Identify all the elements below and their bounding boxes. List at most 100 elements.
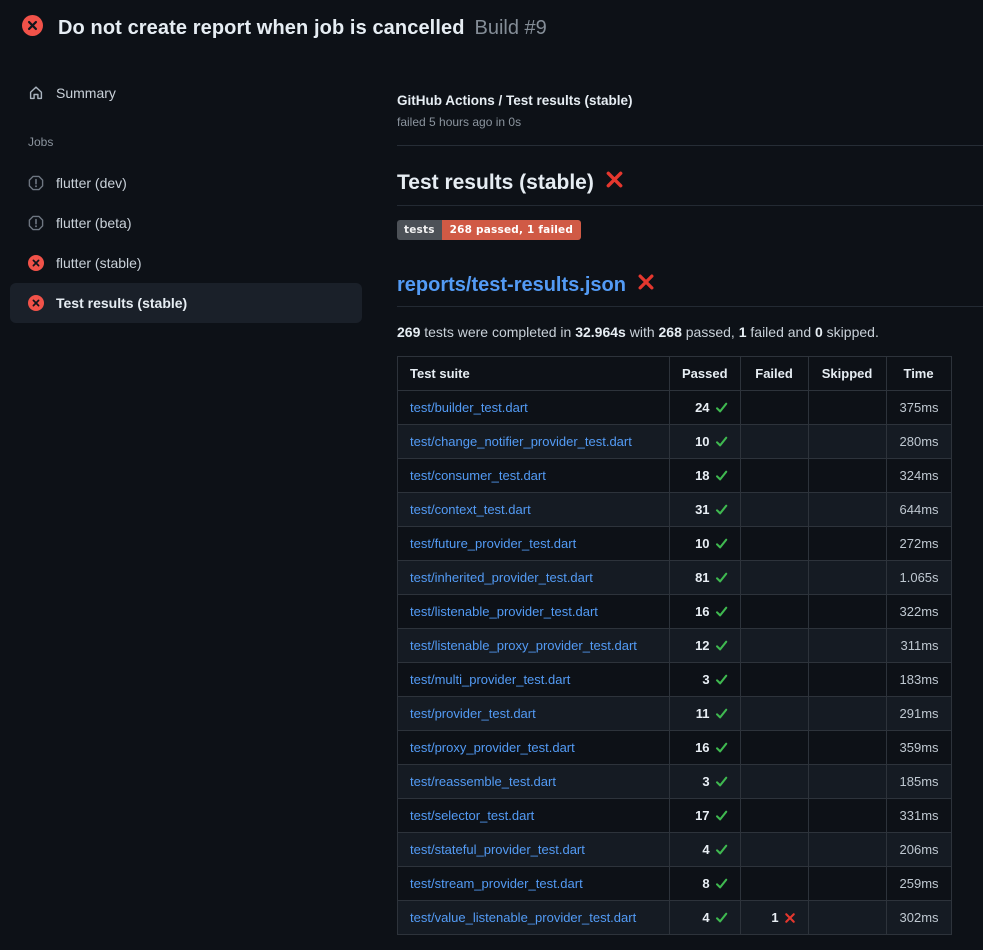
passed-cell: 16: [670, 595, 741, 629]
table-row: test/stream_provider_test.dart8 259ms: [398, 867, 952, 901]
x-circle-failed-icon: [28, 295, 44, 311]
test-suite-cell: test/builder_test.dart: [398, 391, 670, 425]
failed-cross-icon: [637, 273, 655, 298]
time-cell: 322ms: [886, 595, 951, 629]
passed-cell: 17: [670, 799, 741, 833]
skipped-cell: [808, 731, 886, 765]
failed-cross-icon: [784, 912, 796, 924]
skipped-cell: [808, 527, 886, 561]
table-row: test/builder_test.dart 24 375ms: [398, 391, 952, 425]
passed-cell: 24: [670, 391, 741, 425]
test-suite-link[interactable]: test/multi_provider_test.dart: [410, 672, 570, 687]
test-suite-link[interactable]: test/listenable_provider_test.dart: [410, 604, 598, 619]
test-suite-link[interactable]: test/future_provider_test.dart: [410, 536, 576, 551]
sidebar-item-summary[interactable]: Summary: [10, 73, 362, 113]
skipped-cell: [808, 425, 886, 459]
test-suite-cell: test/stream_provider_test.dart: [398, 867, 670, 901]
passed-check-icon: [715, 741, 728, 754]
passed-check-icon: [715, 877, 728, 890]
check-run-heading: Test results (stable): [397, 170, 983, 206]
test-suite-link[interactable]: test/reassemble_test.dart: [410, 774, 556, 789]
passed-check-icon: [715, 809, 728, 822]
passed-check-icon: [715, 537, 728, 550]
test-suite-link[interactable]: test/listenable_proxy_provider_test.dart: [410, 638, 637, 653]
test-suite-link[interactable]: test/provider_test.dart: [410, 706, 536, 721]
test-suite-link[interactable]: test/context_test.dart: [410, 502, 531, 517]
stop-neutral-icon: [28, 215, 44, 231]
sidebar-item-flutter-dev[interactable]: flutter (dev): [10, 163, 362, 203]
failed-cross-icon: [605, 170, 624, 196]
passed-check-icon: [715, 605, 728, 618]
test-suite-link[interactable]: test/proxy_provider_test.dart: [410, 740, 575, 755]
passed-check-icon: [715, 401, 728, 414]
sidebar-item-flutter-stable[interactable]: flutter (stable): [10, 243, 362, 283]
passed-cell: 10: [670, 425, 741, 459]
failed-cell: [740, 833, 808, 867]
report-file-link[interactable]: reports/test-results.json: [397, 273, 626, 298]
table-row: test/multi_provider_test.dart 3 183ms: [398, 663, 952, 697]
passed-check-icon: [715, 775, 728, 788]
check-run-heading-text: Test results (stable): [397, 170, 594, 196]
table-row: test/future_provider_test.dart 10 272ms: [398, 527, 952, 561]
test-suite-link[interactable]: test/stateful_provider_test.dart: [410, 842, 585, 857]
job-label: flutter (dev): [56, 175, 127, 191]
failed-cell: [740, 527, 808, 561]
column-header-skipped: Skipped: [808, 357, 886, 391]
skipped-cell: [808, 595, 886, 629]
summary-segment: 268: [659, 324, 682, 340]
time-cell: 183ms: [886, 663, 951, 697]
skipped-cell: [808, 459, 886, 493]
test-suite-link[interactable]: test/change_notifier_provider_test.dart: [410, 434, 632, 449]
workflow-breadcrumb: GitHub Actions / Test results (stable): [397, 93, 983, 108]
x-circle-failed-icon: [22, 15, 43, 41]
time-cell: 375ms: [886, 391, 951, 425]
summary-segment: tests were completed in: [420, 324, 575, 340]
time-cell: 280ms: [886, 425, 951, 459]
test-suite-link[interactable]: test/consumer_test.dart: [410, 468, 546, 483]
failed-cell: [740, 561, 808, 595]
time-cell: 272ms: [886, 527, 951, 561]
time-cell: 644ms: [886, 493, 951, 527]
skipped-cell: [808, 391, 886, 425]
test-suite-cell: test/provider_test.dart: [398, 697, 670, 731]
test-suite-cell: test/selector_test.dart: [398, 799, 670, 833]
passed-cell: 10: [670, 527, 741, 561]
passed-cell: 4: [670, 833, 741, 867]
passed-cell: 3: [670, 663, 741, 697]
time-cell: 1.065s: [886, 561, 951, 595]
time-cell: 302ms: [886, 901, 951, 935]
table-row: test/stateful_provider_test.dart4 206ms: [398, 833, 952, 867]
summary-segment: with: [626, 324, 659, 340]
column-header-time: Time: [886, 357, 951, 391]
table-header-row: Test suitePassedFailedSkippedTime: [398, 357, 952, 391]
passed-check-icon: [715, 911, 728, 924]
passed-check-icon: [715, 673, 728, 686]
test-suite-link[interactable]: test/stream_provider_test.dart: [410, 876, 583, 891]
test-suite-cell: test/context_test.dart: [398, 493, 670, 527]
passed-cell: 12: [670, 629, 741, 663]
skipped-cell: [808, 561, 886, 595]
skipped-cell: [808, 697, 886, 731]
table-row: test/value_listenable_provider_test.dart…: [398, 901, 952, 935]
test-results-table: Test suitePassedFailedSkippedTime test/b…: [397, 356, 952, 935]
sidebar-item-flutter-beta[interactable]: flutter (beta): [10, 203, 362, 243]
time-cell: 324ms: [886, 459, 951, 493]
passed-check-icon: [715, 843, 728, 856]
passed-cell: 31: [670, 493, 741, 527]
passed-cell: 81: [670, 561, 741, 595]
skipped-cell: [808, 901, 886, 935]
test-suite-link[interactable]: test/value_listenable_provider_test.dart: [410, 910, 636, 925]
skipped-cell: [808, 833, 886, 867]
sidebar-item-test-results-stable[interactable]: Test results (stable): [10, 283, 362, 323]
time-cell: 311ms: [886, 629, 951, 663]
test-suite-link[interactable]: test/builder_test.dart: [410, 400, 528, 415]
failed-cell: [740, 731, 808, 765]
time-cell: 359ms: [886, 731, 951, 765]
test-suite-link[interactable]: test/selector_test.dart: [410, 808, 534, 823]
test-suite-cell: test/value_listenable_provider_test.dart: [398, 901, 670, 935]
main-content: GitHub Actions / Test results (stable) f…: [397, 56, 983, 935]
summary-segment: 32.964s: [575, 324, 626, 340]
summary-segment: 0: [815, 324, 823, 340]
test-suite-link[interactable]: test/inherited_provider_test.dart: [410, 570, 593, 585]
test-suite-cell: test/consumer_test.dart: [398, 459, 670, 493]
